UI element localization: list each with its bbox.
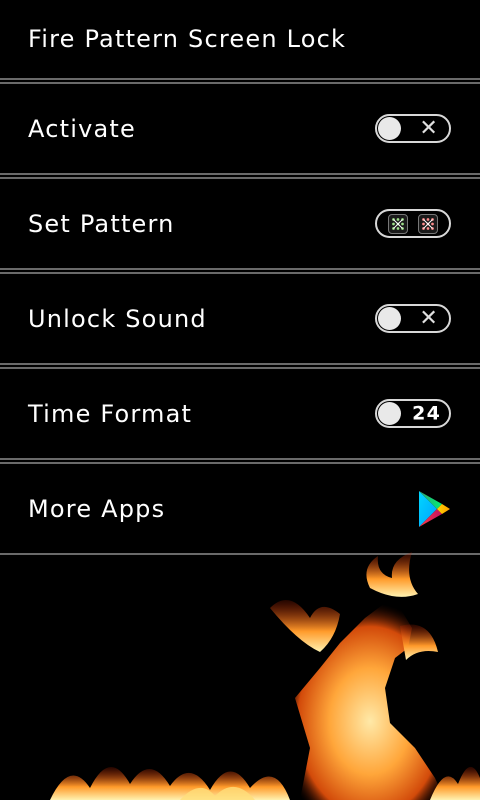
setting-label-unlock-sound: Unlock Sound [28,304,207,333]
setting-unlock-sound[interactable]: Unlock Sound ✕ [0,274,480,363]
setting-label-more-apps: More Apps [28,494,166,523]
unlock-sound-toggle[interactable]: ✕ [375,304,451,333]
toggle-knob [378,307,401,330]
x-mark-icon: ✕ [419,115,439,141]
time-format-toggle[interactable]: 24 [375,399,451,428]
setting-label-set-pattern: Set Pattern [28,209,175,238]
x-mark-icon: ✕ [419,305,439,331]
setting-set-pattern[interactable]: Set Pattern [0,179,480,268]
setting-more-apps[interactable]: More Apps [0,464,480,553]
pattern-preview-icon [388,213,408,234]
setting-label-activate: Activate [28,114,136,143]
time-format-value: 24 [412,402,441,424]
activate-toggle[interactable]: ✕ [375,114,451,143]
set-pattern-button[interactable] [375,209,451,238]
play-store-icon[interactable] [417,490,451,528]
setting-activate[interactable]: Activate ✕ [0,84,480,173]
toggle-knob [378,402,401,425]
app-title: Fire Pattern Screen Lock [28,25,347,53]
setting-time-format[interactable]: Time Format 24 [0,369,480,458]
setting-label-time-format: Time Format [28,399,193,428]
app-header: Fire Pattern Screen Lock [0,0,480,78]
toggle-knob [378,117,401,140]
fire-horse-image [50,552,480,800]
pattern-preview-icon [418,213,438,234]
